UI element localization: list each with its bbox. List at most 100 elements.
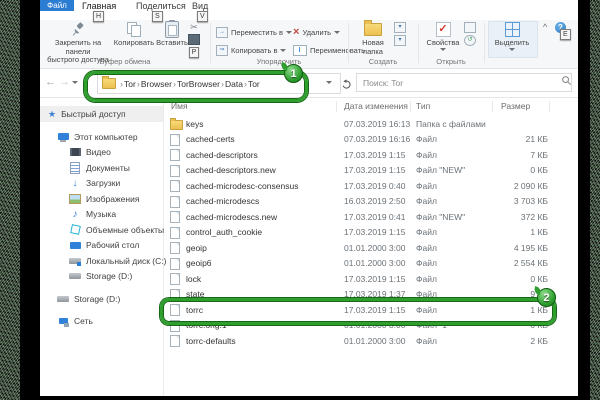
search-input[interactable]: Поиск: Tor [356, 73, 572, 92]
paste-button[interactable]: Вставить [154, 21, 190, 48]
file-name: cached-descriptors [186, 150, 344, 160]
sidebar-item-label: Музыка [86, 209, 116, 219]
address-dropdown-icon[interactable] [326, 81, 332, 84]
breadcrumb-item[interactable]: Tor [248, 79, 260, 89]
sidebar-item-quick-access[interactable]: ★ Быстрый доступ [40, 106, 163, 122]
sidebar-item[interactable]: Storage (D:) [40, 269, 163, 285]
sidebar-item[interactable]: Изображения [40, 191, 163, 207]
file-row[interactable]: torrc17.03.2019 1:15Файл1 КБ [163, 302, 578, 318]
file-row[interactable]: cached-microdesc-consensus17.03.2019 0:4… [163, 178, 578, 194]
new-folder-icon [364, 21, 382, 38]
folder-icon [170, 120, 183, 130]
file-date-modified: 01.01.2000 3:00 [344, 336, 416, 346]
up-button[interactable]: ↑ [83, 77, 88, 88]
column-header-type[interactable]: Тип [416, 101, 430, 111]
copy-to-button[interactable]: ⇒ Копировать в [216, 45, 286, 56]
sidebar-item-label: Загрузки [86, 178, 120, 188]
file-icon [170, 289, 180, 301]
file-size: 7 КБ [494, 150, 548, 160]
column-divider[interactable] [410, 101, 411, 112]
file-type: Файл [416, 227, 494, 237]
breadcrumb-item[interactable]: Browser [141, 79, 172, 89]
file-name: cached-microdescs.new [186, 212, 344, 222]
file-row[interactable]: cached-certs07.03.2019 16:16Файл21 КБ [163, 132, 578, 148]
file-row[interactable]: keys07.03.2019 16:13Папка с файлами [163, 116, 578, 132]
select-button[interactable]: Выделить [490, 21, 534, 51]
file-row[interactable]: state17.03.2019 1:37Файл9 КБ [163, 287, 578, 303]
sidebar-item[interactable]: Этот компьютер [40, 129, 163, 145]
sidebar-item[interactable]: Сеть [40, 314, 163, 330]
sidebar-item[interactable]: ↓Загрузки [40, 176, 163, 192]
file-row[interactable]: lock17.03.2019 1:15Файл0 КБ [163, 271, 578, 287]
sidebar-item[interactable]: Локальный диск (C:) [40, 253, 163, 269]
file-row[interactable]: geoip601.01.2000 3:00Файл2 554 КБ [163, 256, 578, 272]
breadcrumb-separator-icon: › [137, 79, 140, 89]
file-size: 0 КБ [494, 165, 548, 175]
column-divider[interactable] [492, 101, 493, 112]
sidebar-item[interactable]: ♪Музыка [40, 207, 163, 223]
delete-button[interactable]: × Удалить [293, 27, 340, 37]
search-icon[interactable] [561, 73, 572, 91]
annotation-badge-1: 1 [284, 64, 303, 83]
back-button[interactable]: ← [45, 77, 56, 88]
properties-button[interactable]: ✓ Свойства [424, 21, 462, 51]
file-name: control_auth_cookie [186, 227, 344, 237]
refresh-icon[interactable] [341, 77, 352, 95]
history-icon[interactable]: ↺ [464, 35, 476, 46]
cut-icon[interactable]: ✂ [190, 22, 198, 32]
file-name: cached-microdescs [186, 196, 344, 206]
tab-view[interactable]: Вид [192, 1, 208, 11]
move-to-button[interactable]: → Переместить в [216, 27, 292, 38]
group-label-clipboard: Буфер обмена [40, 57, 210, 66]
column-header-date[interactable]: Дата изменения [344, 101, 408, 111]
easy-access-icon[interactable]: ▾ [394, 22, 406, 33]
sidebar-item[interactable]: Документы [40, 160, 163, 176]
collapse-ribbon-icon[interactable]: ^ [543, 22, 547, 32]
new-folder-button[interactable]: Новая папка [354, 21, 392, 56]
copy-path-icon[interactable] [188, 34, 200, 45]
properties-icon: ✓ [436, 21, 451, 38]
copy-button[interactable]: Копировать [112, 21, 156, 48]
file-row[interactable]: torrc-defaults01.01.2000 3:00Файл2 КБ [163, 333, 578, 349]
breadcrumb-item[interactable]: Data [225, 79, 243, 89]
select-label: Выделить [495, 39, 530, 48]
edit-icon[interactable] [464, 22, 476, 33]
forward-button[interactable]: → [59, 77, 70, 88]
file-row[interactable]: cached-microdescs.new17.03.2019 0:41Файл… [163, 209, 578, 225]
column-header-name[interactable]: Имя [171, 101, 188, 111]
file-type: Файл [416, 196, 494, 206]
sidebar-item-label: Объемные объекты [86, 225, 164, 235]
file-rows: keys07.03.2019 16:13Папка с файламиcache… [163, 116, 578, 396]
new-small-buttons: ▾ ▾ [394, 22, 406, 46]
column-header-size[interactable]: Размер [501, 101, 530, 111]
file-row[interactable]: cached-microdescs16.03.2019 2:50Файл3 70… [163, 194, 578, 210]
breadcrumb[interactable]: ›Tor›Browser›TorBrowser›Data›Tor [97, 73, 341, 94]
ribbon: Закрепить на панели быстрого доступа Коп… [40, 20, 578, 69]
file-row[interactable]: control_auth_cookie17.03.2019 1:15Файл1 … [163, 225, 578, 241]
rename-icon [293, 45, 307, 56]
star-icon: ★ [48, 109, 56, 120]
column-divider[interactable] [549, 101, 550, 112]
breadcrumb-item[interactable]: TorBrowser [177, 79, 220, 89]
sidebar-item[interactable]: Объемные объекты [40, 222, 163, 238]
keytip-view: V [197, 11, 208, 22]
breadcrumb-item[interactable]: Tor [124, 79, 136, 89]
column-divider[interactable] [336, 101, 337, 112]
recent-locations-icon[interactable] [72, 81, 78, 84]
file-row[interactable]: geoip01.01.2000 3:00Файл4 195 КБ [163, 240, 578, 256]
sidebar-item[interactable]: Рабочий стол [40, 238, 163, 254]
screenshot-root: Файл Главная Поделиться Вид H S V Закреп… [0, 0, 600, 400]
file-row[interactable]: cached-descriptors17.03.2019 1:15Файл7 К… [163, 147, 578, 163]
tab-home[interactable]: Главная [82, 1, 116, 11]
sidebar-items: Этот компьютерВидеоДокументы↓ЗагрузкиИзо… [40, 129, 163, 329]
file-row[interactable]: cached-descriptors.new17.03.2019 1:15Фай… [163, 163, 578, 179]
file-icon [170, 149, 180, 161]
new-item-icon[interactable]: ▾ [394, 35, 406, 46]
file-row[interactable]: torrc.orig.101.01.2000 3:00Файл "1"0 КБ [163, 318, 578, 334]
chevron-down-icon [286, 31, 292, 34]
file-size: 2 554 КБ [494, 258, 548, 268]
tab-share[interactable]: Поделиться [136, 1, 186, 11]
sidebar-item[interactable]: Видео [40, 145, 163, 161]
sidebar-item[interactable]: Storage (D:) [40, 291, 163, 307]
tab-file[interactable]: Файл [40, 0, 74, 11]
